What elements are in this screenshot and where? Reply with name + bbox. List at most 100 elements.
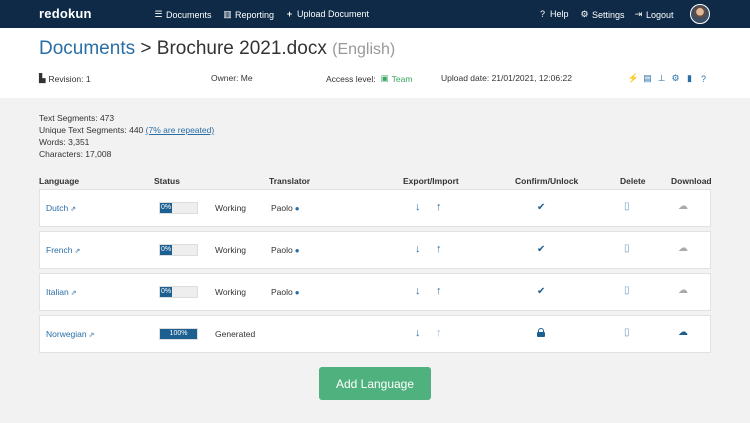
progress-bar: 0% bbox=[159, 244, 198, 256]
words-stat: Words: 3,351 bbox=[39, 137, 90, 147]
confirm-check-icon[interactable]: ✔ bbox=[537, 244, 545, 255]
breadcrumb-separator: > bbox=[135, 38, 157, 59]
nav-documents-label: Documents bbox=[166, 9, 212, 20]
external-link-icon: ⇗ bbox=[70, 290, 77, 297]
column-header-download: Download bbox=[671, 176, 712, 186]
translator-cell[interactable]: Paolo ● bbox=[271, 287, 300, 297]
stamp-icon[interactable]: ⊥ bbox=[657, 73, 666, 83]
nav-upload-label: Upload Document bbox=[297, 9, 370, 19]
breadcrumb-documents[interactable]: Documents bbox=[39, 38, 135, 59]
question-circle-icon: ? bbox=[539, 9, 545, 19]
plus-icon: + bbox=[286, 9, 293, 19]
add-language-button[interactable]: Add Language bbox=[319, 367, 431, 400]
unique-segments-label: Unique Text Segments: 440 bbox=[39, 125, 144, 135]
document-toolbar: ⚡ ▤ ⊥ ⚙ ▮ ? bbox=[628, 73, 708, 84]
logout-icon: ⇥ bbox=[634, 9, 643, 19]
translator-name: Paolo bbox=[271, 287, 293, 297]
progress-bar: 100% bbox=[159, 328, 198, 340]
language-link[interactable]: Norwegian ⇗ bbox=[46, 329, 95, 339]
question-circle-icon[interactable]: ? bbox=[699, 74, 708, 84]
column-header-translator: Translator bbox=[269, 176, 311, 186]
language-row: Italian ⇗ 0% Working Paolo ● ↓ ↑ ✔ ▯ ☁ bbox=[39, 273, 711, 311]
export-arrow-down-icon[interactable]: ↓ bbox=[415, 327, 421, 339]
delete-trash-icon[interactable]: ▯ bbox=[624, 285, 630, 296]
column-header-confirm-unlock: Confirm/Unlock bbox=[515, 176, 579, 186]
nav-logout-label: Logout bbox=[646, 9, 674, 20]
language-row: Norwegian ⇗ 100% Generated ↓ ↑ ▯ ☁ bbox=[39, 315, 711, 353]
language-link[interactable]: Dutch ⇗ bbox=[46, 203, 76, 213]
translator-cell[interactable]: Paolo ● bbox=[271, 203, 300, 213]
export-arrow-down-icon[interactable]: ↓ bbox=[415, 243, 421, 255]
access-level-label: Access level: bbox=[326, 73, 376, 84]
progress-fill: 100% bbox=[160, 329, 197, 339]
status-text: Working bbox=[215, 203, 247, 213]
status-text: Working bbox=[215, 245, 247, 255]
delete-trash-icon[interactable]: ▯ bbox=[624, 327, 630, 338]
language-link[interactable]: French ⇗ bbox=[46, 245, 80, 255]
download-cloud-icon[interactable]: ☁ bbox=[678, 201, 688, 212]
translator-name: Paolo bbox=[271, 203, 293, 213]
trash-icon[interactable]: ▮ bbox=[685, 73, 694, 83]
access-level-info: Access level: ▣ Team bbox=[326, 73, 412, 84]
download-cloud-icon[interactable]: ☁ bbox=[678, 243, 688, 254]
nav-upload-document[interactable]: + Upload Document bbox=[285, 9, 369, 19]
document-icon[interactable]: ▤ bbox=[643, 73, 652, 83]
language-link[interactable]: Italian ⇗ bbox=[46, 287, 77, 297]
revision-label: Revision: 1 bbox=[48, 73, 91, 84]
file-icon: ▙ bbox=[39, 73, 46, 83]
translator-cell[interactable]: Paolo ● bbox=[271, 245, 300, 255]
column-header-language: Language bbox=[39, 176, 80, 186]
lock-icon: ▣ bbox=[380, 73, 389, 83]
gear-icon: ⚙ bbox=[580, 9, 589, 19]
nav-logout[interactable]: ⇥ Logout bbox=[634, 9, 674, 20]
access-level-value[interactable]: Team bbox=[392, 74, 413, 84]
page-title: Documents > Brochure 2021.docx (English) bbox=[39, 38, 395, 60]
language-name: Italian bbox=[46, 287, 69, 297]
import-arrow-up-icon[interactable]: ↑ bbox=[436, 285, 442, 297]
import-arrow-up-icon[interactable]: ↑ bbox=[436, 201, 442, 213]
export-arrow-down-icon[interactable]: ↓ bbox=[415, 201, 421, 213]
confirm-check-icon[interactable]: ✔ bbox=[537, 202, 545, 213]
nav-reporting-label: Reporting bbox=[235, 9, 275, 20]
nav-reporting[interactable]: ▥ Reporting bbox=[223, 9, 274, 20]
delete-trash-icon[interactable]: ▯ bbox=[624, 243, 630, 254]
user-icon: ● bbox=[294, 288, 300, 297]
document-header: Documents > Brochure 2021.docx (English)… bbox=[0, 28, 750, 98]
nav-settings[interactable]: ⚙ Settings bbox=[580, 9, 625, 20]
external-link-icon: ⇗ bbox=[70, 206, 77, 213]
repeated-segments-link[interactable]: (7% are repeated) bbox=[146, 125, 215, 135]
language-row: French ⇗ 0% Working Paolo ● ↓ ↑ ✔ ▯ ☁ bbox=[39, 231, 711, 269]
upload-date-info: Upload date: 21/01/2021, 12:06:22 bbox=[441, 73, 572, 83]
progress-fill: 0% bbox=[160, 287, 172, 297]
download-cloud-icon[interactable]: ☁ bbox=[678, 327, 688, 338]
unique-segments-stat: Unique Text Segments: 440 (7% are repeat… bbox=[39, 124, 214, 136]
progress-bar: 0% bbox=[159, 286, 198, 298]
language-name: French bbox=[46, 245, 73, 255]
status-text: Working bbox=[215, 287, 247, 297]
user-avatar[interactable] bbox=[690, 4, 710, 24]
nav-help[interactable]: ? Help bbox=[538, 9, 569, 19]
translator-name: Paolo bbox=[271, 245, 293, 255]
document-stats: Text Segments: 473 Unique Text Segments:… bbox=[39, 112, 214, 160]
status-text: Generated bbox=[215, 329, 256, 339]
language-name: Norwegian bbox=[46, 329, 87, 339]
revision-info: ▙ Revision: 1 bbox=[39, 73, 91, 84]
unlock-lock-icon[interactable] bbox=[537, 328, 545, 337]
import-arrow-up-icon: ↑ bbox=[436, 327, 442, 339]
nav-settings-label: Settings bbox=[592, 9, 625, 20]
language-row: Dutch ⇗ 0% Working Paolo ● ↓ ↑ ✔ ▯ ☁ bbox=[39, 189, 711, 227]
language-name: Dutch bbox=[46, 203, 69, 213]
nav-documents[interactable]: ☰ Documents bbox=[154, 9, 212, 20]
import-arrow-up-icon[interactable]: ↑ bbox=[436, 243, 442, 255]
bolt-icon[interactable]: ⚡ bbox=[628, 73, 639, 83]
export-arrow-down-icon[interactable]: ↓ bbox=[415, 285, 421, 297]
external-link-icon: ⇗ bbox=[88, 332, 95, 339]
document-filename: Brochure 2021.docx bbox=[156, 38, 327, 59]
download-cloud-icon[interactable]: ☁ bbox=[678, 285, 688, 296]
progress-fill: 0% bbox=[160, 203, 172, 213]
gear-icon[interactable]: ⚙ bbox=[671, 73, 680, 83]
progress-fill: 0% bbox=[160, 245, 172, 255]
brand-logo[interactable]: redokun bbox=[39, 6, 92, 21]
delete-trash-icon[interactable]: ▯ bbox=[624, 201, 630, 212]
confirm-check-icon[interactable]: ✔ bbox=[537, 286, 545, 297]
